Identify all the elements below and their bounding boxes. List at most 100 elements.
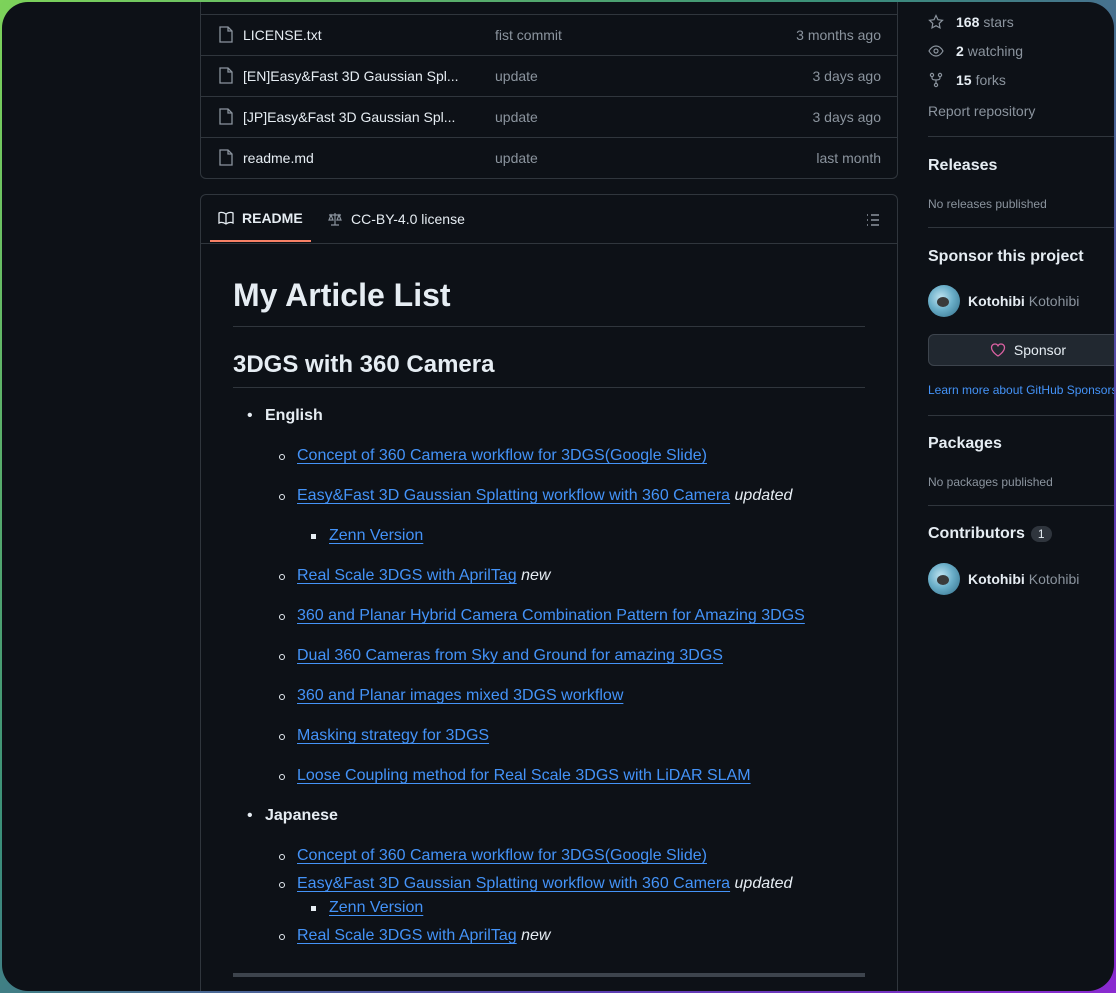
article-link[interactable]: 360 and Planar Hybrid Camera Combination… bbox=[297, 607, 805, 624]
heart-icon bbox=[990, 343, 1006, 357]
contributor-user[interactable]: Kotohibi Kotohibi bbox=[928, 563, 1079, 595]
article-link[interactable]: Loose Coupling method for Real Scale 3DG… bbox=[297, 767, 751, 784]
sponsor-name: Kotohibi bbox=[968, 293, 1025, 309]
article-link[interactable]: Real Scale 3DGS with AprilTag bbox=[297, 927, 517, 944]
article-link[interactable]: Concept of 360 Camera workflow for 3DGS(… bbox=[297, 847, 707, 864]
tab-readme[interactable]: README bbox=[210, 195, 311, 242]
article-link[interactable]: Dual 360 Cameras from Sky and Ground for… bbox=[297, 647, 723, 664]
file-name[interactable]: readme.md bbox=[243, 150, 463, 166]
list-item: Concept of 360 Camera workflow for 3DGS(… bbox=[279, 447, 707, 465]
file-row[interactable]: [JP]Easy&Fast 3D Gaussian Spl... update … bbox=[201, 96, 897, 137]
commit-message[interactable]: fist commit bbox=[495, 27, 562, 43]
book-icon bbox=[218, 211, 234, 225]
file-name[interactable]: [JP]Easy&Fast 3D Gaussian Spl... bbox=[243, 109, 463, 125]
file-row[interactable]: [EN]Easy&Fast 3D Gaussian Spl... update … bbox=[201, 55, 897, 96]
list-item: Real Scale 3DGS with AprilTag new bbox=[278, 567, 551, 585]
forks-count: 15 bbox=[956, 72, 972, 88]
star-icon bbox=[928, 14, 944, 30]
watching-label: watching bbox=[967, 43, 1024, 59]
forks-label: forks bbox=[975, 72, 1006, 88]
sponsor-user[interactable]: Kotohibi Kotohibi bbox=[928, 285, 1079, 317]
sponsor-heading: Sponsor this project bbox=[928, 248, 1084, 265]
divider bbox=[928, 227, 1114, 228]
article-link[interactable]: Real Scale 3DGS with AprilTag bbox=[297, 567, 517, 584]
stars-count: 168 bbox=[956, 14, 980, 30]
list-item: Loose Coupling method for Real Scale 3DG… bbox=[279, 767, 751, 785]
file-icon bbox=[219, 67, 233, 84]
tab-license[interactable]: CC-BY-4.0 license bbox=[327, 195, 465, 243]
sponsor-login: Kotohibi bbox=[1028, 293, 1080, 309]
packages-heading[interactable]: Packages bbox=[928, 435, 1002, 453]
horizontal-rule bbox=[233, 973, 865, 977]
eye-icon bbox=[928, 45, 944, 57]
commit-date: 3 days ago bbox=[812, 68, 882, 84]
commit-message[interactable]: update bbox=[495, 109, 538, 125]
article-link[interactable]: Easy&Fast 3D Gaussian Splatting workflow… bbox=[297, 875, 730, 892]
commit-message[interactable]: update bbox=[495, 68, 538, 84]
readme-tabs: README CC-BY-4.0 license bbox=[201, 195, 897, 244]
article-link[interactable]: Zenn Version bbox=[329, 527, 423, 544]
report-repository-link[interactable]: Report repository bbox=[928, 103, 1035, 119]
list-item: Masking strategy for 3DGS bbox=[278, 727, 489, 745]
commit-date: 3 days ago bbox=[812, 109, 882, 125]
tab-license-label: CC-BY-4.0 license bbox=[351, 211, 465, 227]
sponsor-button[interactable]: Sponsor bbox=[928, 334, 1114, 366]
updated-tag: updated bbox=[734, 875, 793, 892]
contributor-login: Kotohibi bbox=[1028, 571, 1080, 587]
file-row[interactable]: LICENSE.txt fist commit 3 months ago bbox=[201, 14, 897, 55]
contributors-count: 1 bbox=[1030, 526, 1052, 542]
file-list: LICENSE.txt fist commit 3 months ago [EN… bbox=[200, 2, 898, 179]
file-name[interactable]: [EN]Easy&Fast 3D Gaussian Spl... bbox=[243, 68, 463, 84]
list-icon[interactable] bbox=[865, 212, 881, 228]
sponsor-button-label: Sponsor bbox=[1013, 342, 1067, 358]
releases-empty: No releases published bbox=[928, 197, 1047, 211]
new-tag: new bbox=[521, 567, 551, 584]
fork-icon bbox=[929, 72, 943, 88]
stars-label: stars bbox=[983, 14, 1014, 30]
stars-link[interactable]: 168 stars bbox=[928, 14, 1014, 30]
section-heading: 3DGS with 360 Camera bbox=[233, 351, 865, 388]
packages-empty: No packages published bbox=[928, 475, 1053, 489]
forks-link[interactable]: 15 forks bbox=[928, 72, 1006, 88]
list-item: Zenn Version bbox=[310, 899, 423, 917]
article-link[interactable]: 360 and Planar images mixed 3DGS workflo… bbox=[297, 687, 623, 704]
commit-message[interactable]: update bbox=[495, 150, 538, 166]
watching-count: 2 bbox=[956, 43, 964, 59]
readme-panel: README CC-BY-4.0 license My Article List… bbox=[200, 194, 898, 991]
contributors-heading[interactable]: Contributors 1 bbox=[928, 525, 1052, 543]
list-item: Dual 360 Cameras from Sky and Ground for… bbox=[279, 647, 723, 665]
file-icon bbox=[219, 149, 233, 166]
new-tag: new bbox=[521, 927, 551, 944]
commit-date: 3 months ago bbox=[796, 27, 881, 43]
file-name[interactable]: LICENSE.txt bbox=[243, 27, 463, 43]
watching-link[interactable]: 2 watching bbox=[928, 43, 1023, 59]
list-item: Easy&Fast 3D Gaussian Splatting workflow… bbox=[278, 875, 793, 893]
divider bbox=[928, 136, 1114, 137]
article-link[interactable]: Zenn Version bbox=[329, 899, 423, 916]
divider bbox=[928, 415, 1114, 416]
releases-heading[interactable]: Releases bbox=[928, 157, 997, 175]
file-row[interactable]: readme.md update last month bbox=[201, 137, 897, 178]
list-item: 360 and Planar images mixed 3DGS workflo… bbox=[278, 687, 623, 705]
learn-sponsors-link[interactable]: Learn more about GitHub Sponsors bbox=[928, 383, 1114, 397]
list-item-japanese: Japanese bbox=[247, 807, 338, 825]
avatar bbox=[928, 563, 960, 595]
list-item: Easy&Fast 3D Gaussian Splatting workflow… bbox=[278, 487, 793, 505]
divider bbox=[928, 505, 1114, 506]
tab-readme-label: README bbox=[242, 209, 303, 226]
updated-tag: updated bbox=[734, 487, 793, 504]
list-item: Zenn Version bbox=[310, 527, 423, 545]
contributor-name: Kotohibi bbox=[968, 571, 1025, 587]
article-link[interactable]: Concept of 360 Camera workflow for 3DGS(… bbox=[297, 447, 707, 464]
article-link[interactable]: Easy&Fast 3D Gaussian Splatting workflow… bbox=[297, 487, 730, 504]
law-icon bbox=[328, 213, 342, 226]
file-icon bbox=[219, 108, 233, 125]
list-item: 360 and Planar Hybrid Camera Combination… bbox=[279, 607, 805, 625]
app-window: LICENSE.txt fist commit 3 months ago [EN… bbox=[2, 2, 1114, 991]
file-icon bbox=[219, 26, 233, 43]
list-item: Concept of 360 Camera workflow for 3DGS(… bbox=[279, 847, 707, 865]
contributors-title: Contributors bbox=[928, 525, 1025, 542]
article-link[interactable]: Masking strategy for 3DGS bbox=[297, 727, 489, 744]
commit-date: last month bbox=[816, 150, 881, 166]
avatar bbox=[928, 285, 960, 317]
